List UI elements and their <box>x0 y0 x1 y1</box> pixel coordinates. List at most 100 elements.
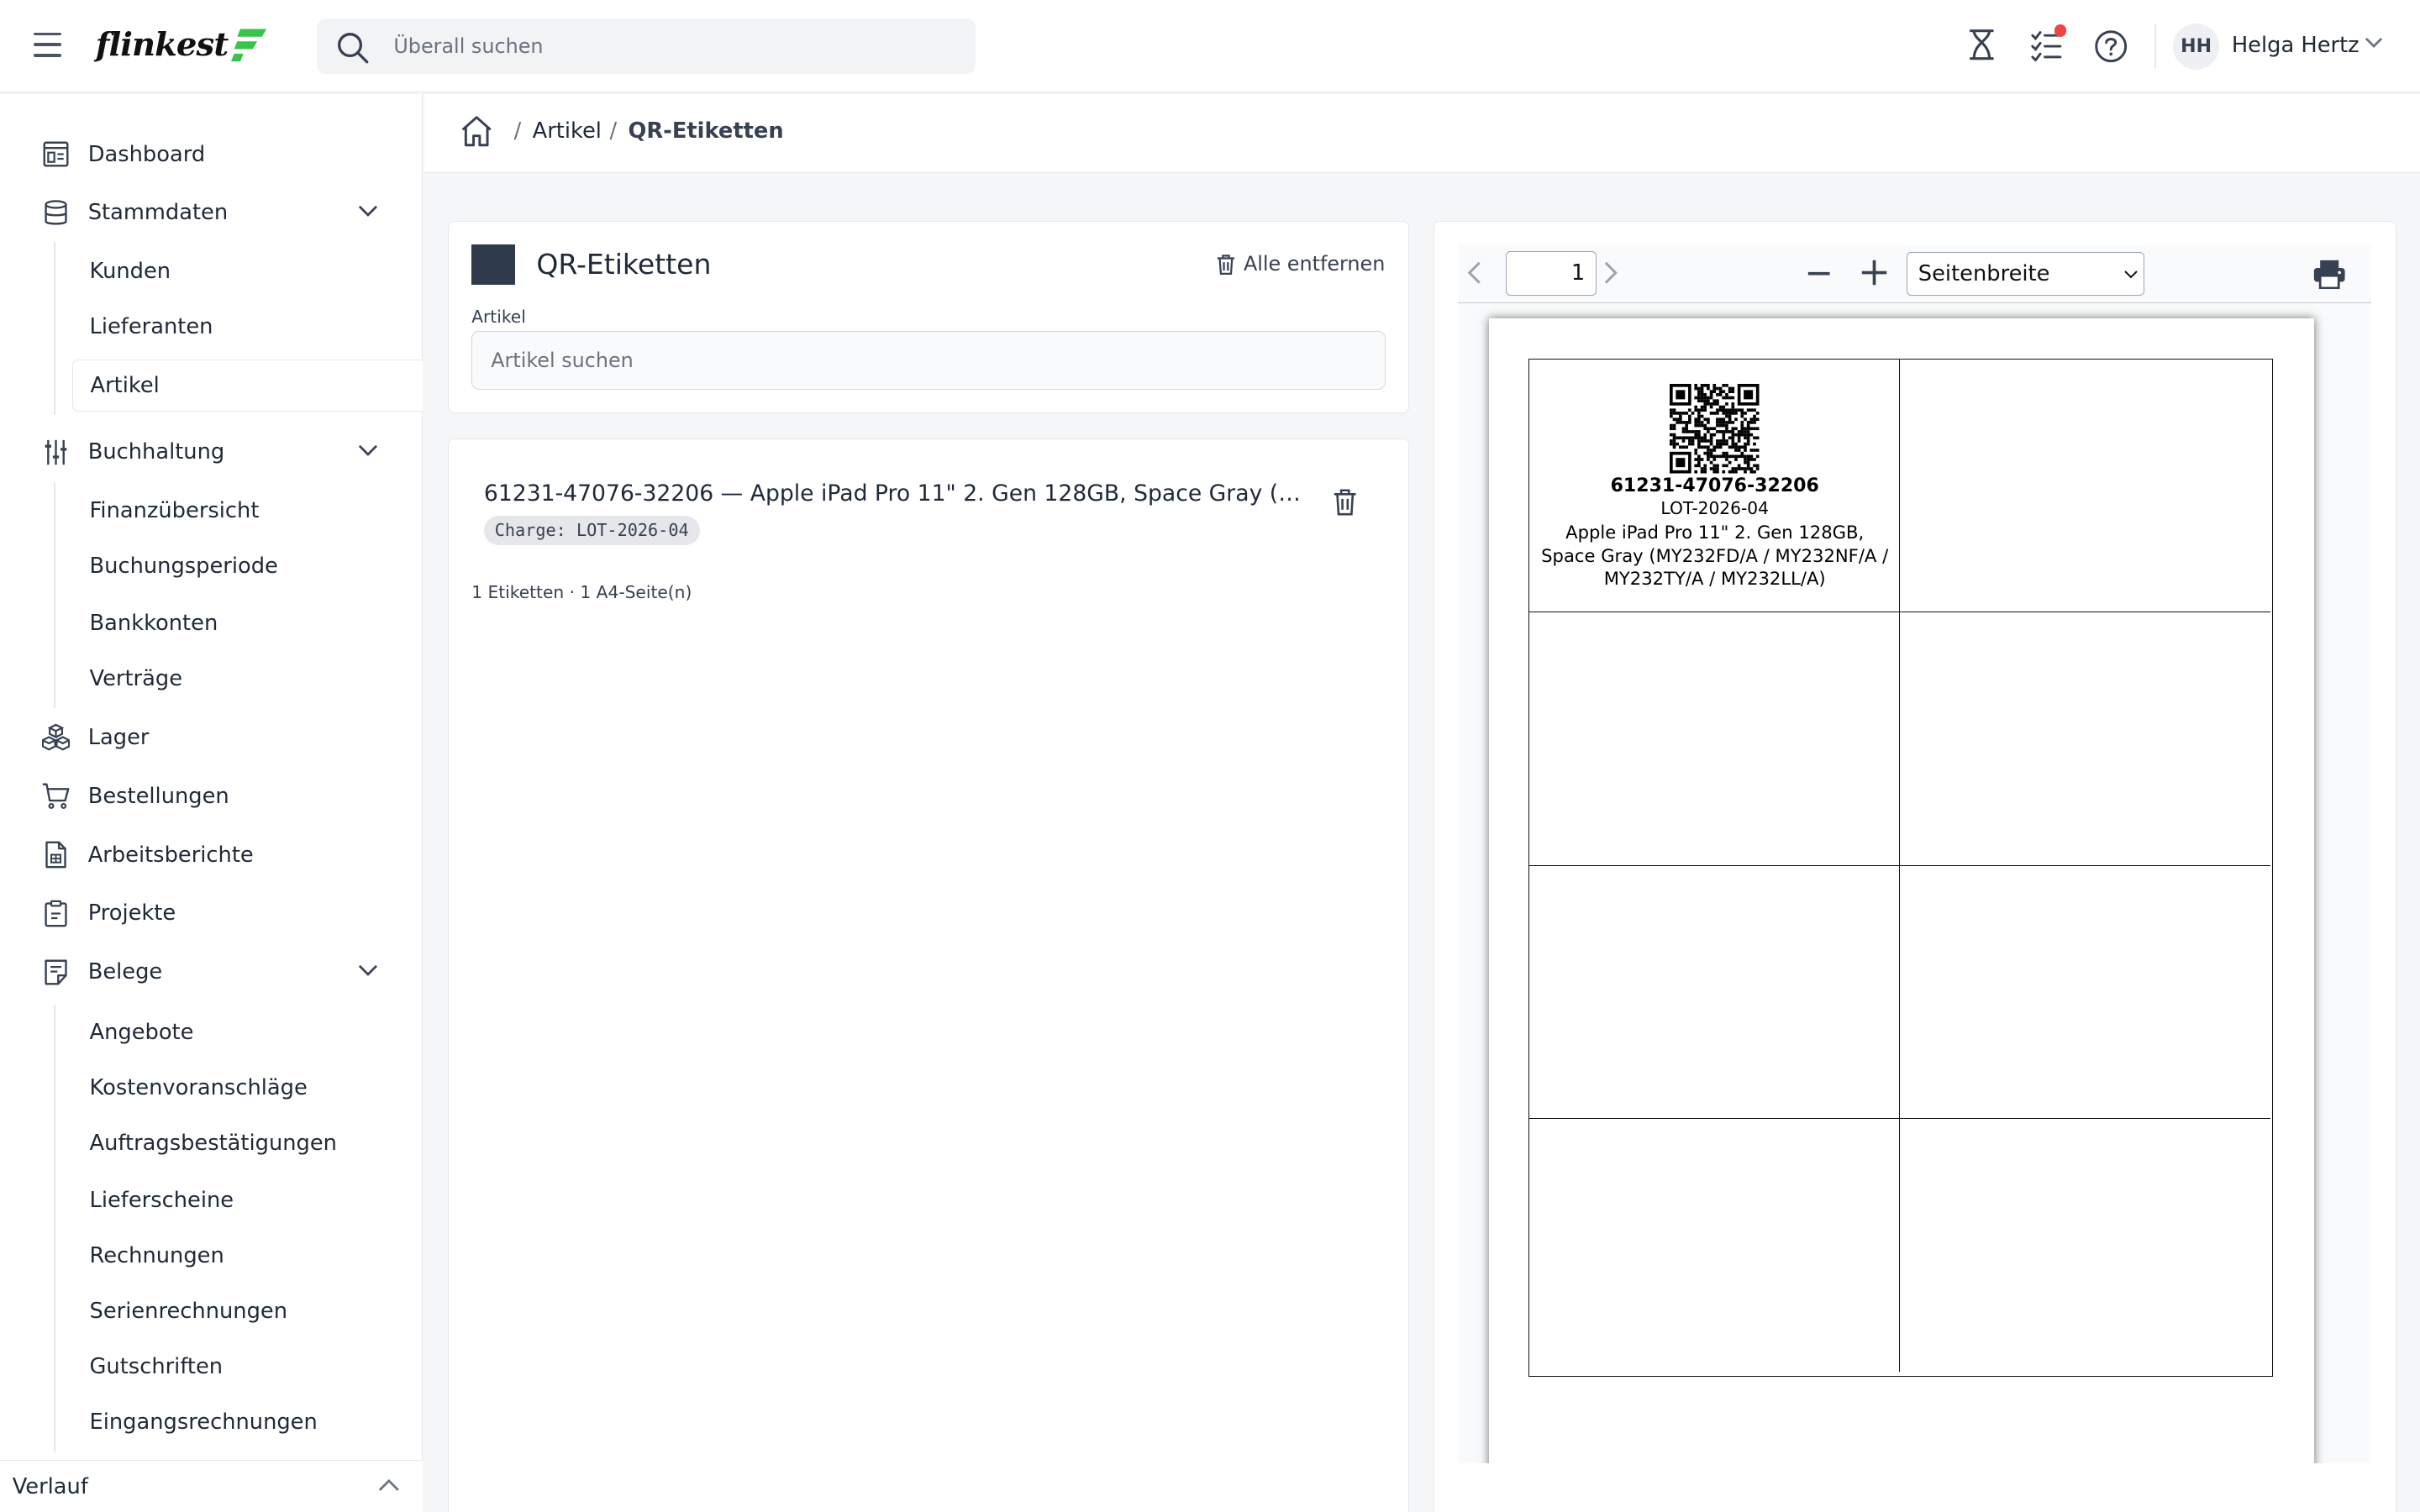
history-label: Verlauf <box>12 1474 88 1500</box>
sidebar-item-bankkonten[interactable]: Bankkonten <box>72 597 423 649</box>
boxes-icon <box>41 723 70 751</box>
label-cell: 61231-47076-32206 LOT-2026-04 Apple iPad… <box>1529 360 1901 613</box>
sidebar-item-artikel[interactable]: Artikel <box>72 359 424 412</box>
sidebar-item-rechnungen[interactable]: Rechnungen <box>72 1230 423 1282</box>
sliders-icon <box>45 439 66 465</box>
sidebar-item-kunden[interactable]: Kunden <box>72 245 423 297</box>
dashboard-icon <box>43 141 69 167</box>
submenu-line <box>54 482 56 709</box>
sidebar-item-label: Belege <box>87 959 163 985</box>
sidebar-item-finanzuebersicht[interactable]: Finanzübersicht <box>72 485 423 537</box>
sidebar-item-gutschriften[interactable]: Gutschriften <box>72 1341 423 1393</box>
avatar[interactable]: HH <box>2173 23 2220 70</box>
sidebar-item-kostenvoranschlaege[interactable]: Kostenvoranschläge <box>72 1062 423 1114</box>
sidebar-item-label: Arbeitsberichte <box>87 842 254 868</box>
pdf-toolbar: Seitenbreite <box>1457 244 2372 303</box>
label-cell <box>1900 360 2270 613</box>
sidebar-item-lieferscheine[interactable]: Lieferscheine <box>72 1174 423 1226</box>
color-swatch <box>471 244 515 285</box>
sidebar-item-label: Bestellungen <box>87 783 229 809</box>
delete-item-icon[interactable] <box>1333 488 1357 516</box>
sidebar-item-label: Dashboard <box>87 141 206 167</box>
pdf-preview-panel: Seitenbreite 61231-47076-32206 LOT-2026-… <box>1434 220 2397 1512</box>
clipboard-icon <box>44 900 67 927</box>
remove-all-label: Alle entfernen <box>1243 252 1386 276</box>
sidebar-item-vertraege[interactable]: Verträge <box>72 653 423 705</box>
top-header: flinkest HH Helga Hertz <box>0 0 2420 93</box>
sidebar-item-belege[interactable]: Belege <box>0 946 423 998</box>
sidebar-item-projekte[interactable]: Projekte <box>0 887 423 939</box>
qr-label: 61231-47076-32206 LOT-2026-04 Apple iPad… <box>1529 384 1900 590</box>
sidebar-item-dashboard[interactable]: Dashboard <box>0 128 423 180</box>
article-search-input[interactable] <box>471 331 1386 390</box>
sidebar-item-eingangsrechnungen[interactable]: Eingangsrechnungen <box>72 1396 423 1448</box>
sidebar-item-label: Buchungsperiode <box>89 554 278 580</box>
breadcrumb: / Artikel / QR-Etiketten <box>424 94 2420 173</box>
sidebar-item-label: Lieferanten <box>89 314 213 340</box>
pdf-viewer[interactable]: 61231-47076-32206 LOT-2026-04 Apple iPad… <box>1457 302 2372 1464</box>
chevron-down-icon[interactable] <box>358 444 378 457</box>
home-icon[interactable] <box>460 114 493 148</box>
zoom-out-icon[interactable] <box>1807 261 1831 286</box>
history-panel-toggle[interactable]: Verlauf <box>0 1459 424 1512</box>
label-cell <box>1529 1118 1901 1372</box>
sidebar-item-label: Projekte <box>87 900 176 927</box>
zoom-in-icon[interactable] <box>1860 259 1888 286</box>
logo-mark-icon <box>230 29 267 62</box>
sidebar-item-label: Kostenvoranschläge <box>89 1074 308 1100</box>
sidebar-item-stammdaten[interactable]: Stammdaten <box>0 186 423 239</box>
breadcrumb-separator: / <box>609 118 618 144</box>
tasks-button[interactable] <box>2031 24 2068 62</box>
chevron-down-icon[interactable] <box>2365 37 2383 50</box>
previous-page-icon[interactable] <box>1467 261 1481 285</box>
sidebar-item-arbeitsberichte[interactable]: Arbeitsberichte <box>0 828 423 880</box>
search-icon <box>338 32 369 64</box>
submenu-line <box>54 242 56 416</box>
menu-icon[interactable] <box>34 32 62 57</box>
label-cell <box>1900 612 2270 866</box>
cart-icon <box>42 783 69 810</box>
page-number-input[interactable] <box>1505 250 1597 296</box>
remove-all-button[interactable]: Alle entfernen <box>1216 252 1385 276</box>
label-summary: 1 Etiketten · 1 A4-Seite(n) <box>471 582 692 603</box>
sidebar-item-angebote[interactable]: Angebote <box>72 1006 423 1058</box>
label-grid: 61231-47076-32206 LOT-2026-04 Apple iPad… <box>1528 359 2273 1378</box>
search-input[interactable] <box>393 18 950 75</box>
next-page-icon[interactable] <box>1604 261 1618 285</box>
sidebar-item-lager[interactable]: Lager <box>0 711 423 764</box>
sidebar-item-label: Buchhaltung <box>87 439 225 465</box>
hourglass-icon[interactable] <box>1966 28 1997 61</box>
print-icon[interactable] <box>2312 259 2346 290</box>
sidebar-item-buchhaltung[interactable]: Buchhaltung <box>0 426 423 478</box>
sidebar-item-auftragsbestaetigungen[interactable]: Auftragsbestätigungen <box>72 1117 423 1169</box>
sidebar-item-label: Auftragsbestätigungen <box>89 1130 337 1156</box>
user-name[interactable]: Helga Hertz <box>2232 33 2360 58</box>
global-search[interactable] <box>316 18 976 75</box>
sidebar-item-label: Bankkonten <box>89 611 218 636</box>
sidebar-item-label: Lager <box>87 724 150 750</box>
help-icon[interactable] <box>2094 29 2128 63</box>
sidebar-item-serienrechnungen[interactable]: Serienrechnungen <box>72 1285 423 1337</box>
article-field-label: Artikel <box>471 306 526 327</box>
breadcrumb-artikel[interactable]: Artikel <box>533 118 602 144</box>
zoom-select[interactable]: Seitenbreite <box>1907 252 2145 296</box>
chevron-down-icon[interactable] <box>358 964 378 977</box>
sidebar-item-label: Serienrechnungen <box>89 1299 287 1325</box>
sidebar-item-label: Rechnungen <box>89 1243 224 1269</box>
sidebar-item-label: Eingangsrechnungen <box>89 1410 318 1436</box>
item-title: 61231-47076-32206 — Apple iPad Pro 11" 2… <box>483 480 1310 507</box>
label-items-panel: 61231-47076-32206 — Apple iPad Pro 11" 2… <box>447 438 1409 1512</box>
sidebar-item-buchungsperiode[interactable]: Buchungsperiode <box>72 540 423 592</box>
qr-code <box>1670 384 1760 474</box>
sidebar-item-label: Kunden <box>89 259 171 285</box>
label-cell <box>1529 612 1901 866</box>
sidebar-item-bestellungen[interactable]: Bestellungen <box>0 770 423 822</box>
chevron-down-icon[interactable] <box>358 205 378 218</box>
receipt-icon <box>44 959 67 985</box>
sidebar-item-lieferanten[interactable]: Lieferanten <box>72 301 423 353</box>
pdf-page: 61231-47076-32206 LOT-2026-04 Apple iPad… <box>1488 318 2315 1464</box>
header-divider <box>2154 24 2156 68</box>
sidebar-item-label: Artikel <box>90 373 160 399</box>
database-icon <box>44 200 67 225</box>
app-logo[interactable]: flinkest <box>96 22 268 68</box>
